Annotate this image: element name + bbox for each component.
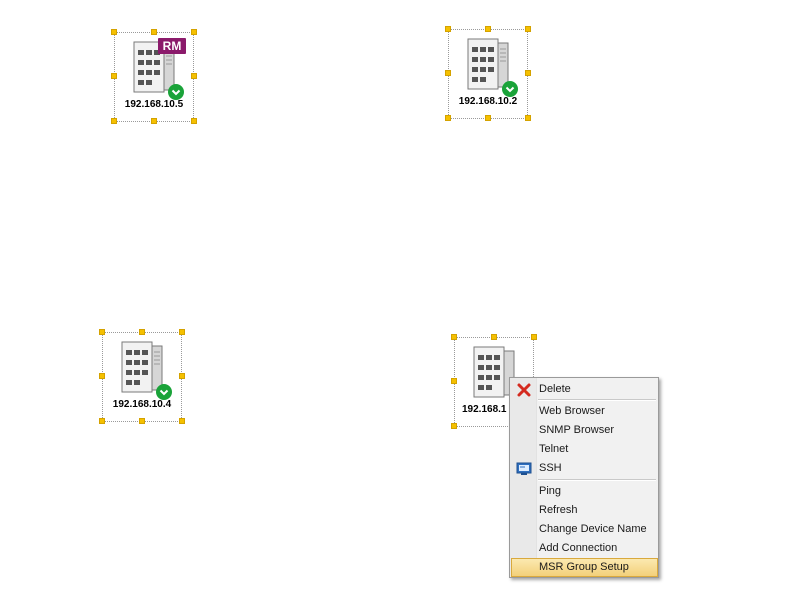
status-ok-icon bbox=[168, 84, 184, 100]
selection-handle[interactable] bbox=[191, 118, 197, 124]
device-node[interactable]: 192.168.10.4 bbox=[99, 329, 185, 424]
selection-handle[interactable] bbox=[485, 26, 491, 32]
selection-handle[interactable] bbox=[99, 418, 105, 424]
selection-handle[interactable] bbox=[525, 115, 531, 121]
selection-handle[interactable] bbox=[139, 329, 145, 335]
menu-item-label: SNMP Browser bbox=[539, 424, 614, 436]
menu-item-web-browser[interactable]: Web Browser bbox=[511, 402, 657, 421]
menu-item-ping[interactable]: Ping bbox=[511, 482, 657, 501]
menu-item-label: Delete bbox=[539, 383, 571, 395]
menu-item-change-device-name[interactable]: Change Device Name bbox=[511, 520, 657, 539]
selection-handle[interactable] bbox=[491, 334, 497, 340]
menu-separator bbox=[538, 479, 656, 481]
selection-handle[interactable] bbox=[531, 334, 537, 340]
menu-item-label: Telnet bbox=[539, 443, 569, 455]
menu-item-ssh[interactable]: SSH bbox=[511, 459, 657, 478]
selection-handle[interactable] bbox=[151, 118, 157, 124]
menu-item-add-connection[interactable]: Add Connection bbox=[511, 539, 657, 558]
device-node[interactable]: 192.168.10.2 bbox=[445, 26, 531, 121]
device-ip-label: 192.168.10.5 bbox=[124, 99, 184, 110]
selection-handle[interactable] bbox=[485, 115, 491, 121]
rm-badge: RM bbox=[158, 38, 186, 54]
device-node[interactable]: RM 192.168.10.5 bbox=[111, 29, 197, 124]
menu-item-telnet[interactable]: Telnet bbox=[511, 440, 657, 459]
menu-item-label: Web Browser bbox=[539, 405, 605, 417]
menu-item-msr-group-setup[interactable]: MSR Group Setup bbox=[511, 558, 658, 577]
selection-handle[interactable] bbox=[111, 73, 117, 79]
menu-item-label: SSH bbox=[539, 462, 562, 474]
delete-x-icon bbox=[517, 383, 531, 397]
selection-handle[interactable] bbox=[445, 26, 451, 32]
menu-separator bbox=[538, 399, 656, 401]
menu-item-label: MSR Group Setup bbox=[539, 561, 629, 573]
terminal-icon bbox=[516, 462, 532, 475]
selection-handle[interactable] bbox=[99, 373, 105, 379]
device-ip-label: 192.168.10.4 bbox=[112, 399, 172, 410]
menu-item-delete[interactable]: Delete bbox=[511, 380, 657, 399]
selection-handle[interactable] bbox=[179, 373, 185, 379]
status-ok-icon bbox=[502, 81, 518, 97]
menu-item-label: Refresh bbox=[539, 504, 578, 516]
selection-handle[interactable] bbox=[451, 334, 457, 340]
menu-item-refresh[interactable]: Refresh bbox=[511, 501, 657, 520]
selection-handle[interactable] bbox=[451, 423, 457, 429]
selection-handle[interactable] bbox=[151, 29, 157, 35]
topology-canvas[interactable]: RM 192.168.10.5 192.168.10.2 192.168.10.… bbox=[0, 0, 800, 600]
selection-handle[interactable] bbox=[191, 73, 197, 79]
device-context-menu: Delete Web Browser SNMP Browser Telnet S… bbox=[509, 377, 659, 578]
selection-handle[interactable] bbox=[179, 418, 185, 424]
selection-handle[interactable] bbox=[445, 70, 451, 76]
device-ip-label: 192.168.10.2 bbox=[458, 96, 518, 107]
selection-handle[interactable] bbox=[451, 378, 457, 384]
menu-item-snmp-browser[interactable]: SNMP Browser bbox=[511, 421, 657, 440]
selection-handle[interactable] bbox=[525, 26, 531, 32]
selection-handle[interactable] bbox=[139, 418, 145, 424]
selection-handle[interactable] bbox=[525, 70, 531, 76]
selection-handle[interactable] bbox=[191, 29, 197, 35]
selection-handle[interactable] bbox=[445, 115, 451, 121]
menu-item-label: Add Connection bbox=[539, 542, 618, 554]
menu-item-label: Change Device Name bbox=[539, 523, 647, 535]
selection-handle[interactable] bbox=[99, 329, 105, 335]
status-ok-icon bbox=[156, 384, 172, 400]
selection-handle[interactable] bbox=[111, 29, 117, 35]
menu-item-label: Ping bbox=[539, 485, 562, 497]
selection-handle[interactable] bbox=[111, 118, 117, 124]
selection-handle[interactable] bbox=[179, 329, 185, 335]
